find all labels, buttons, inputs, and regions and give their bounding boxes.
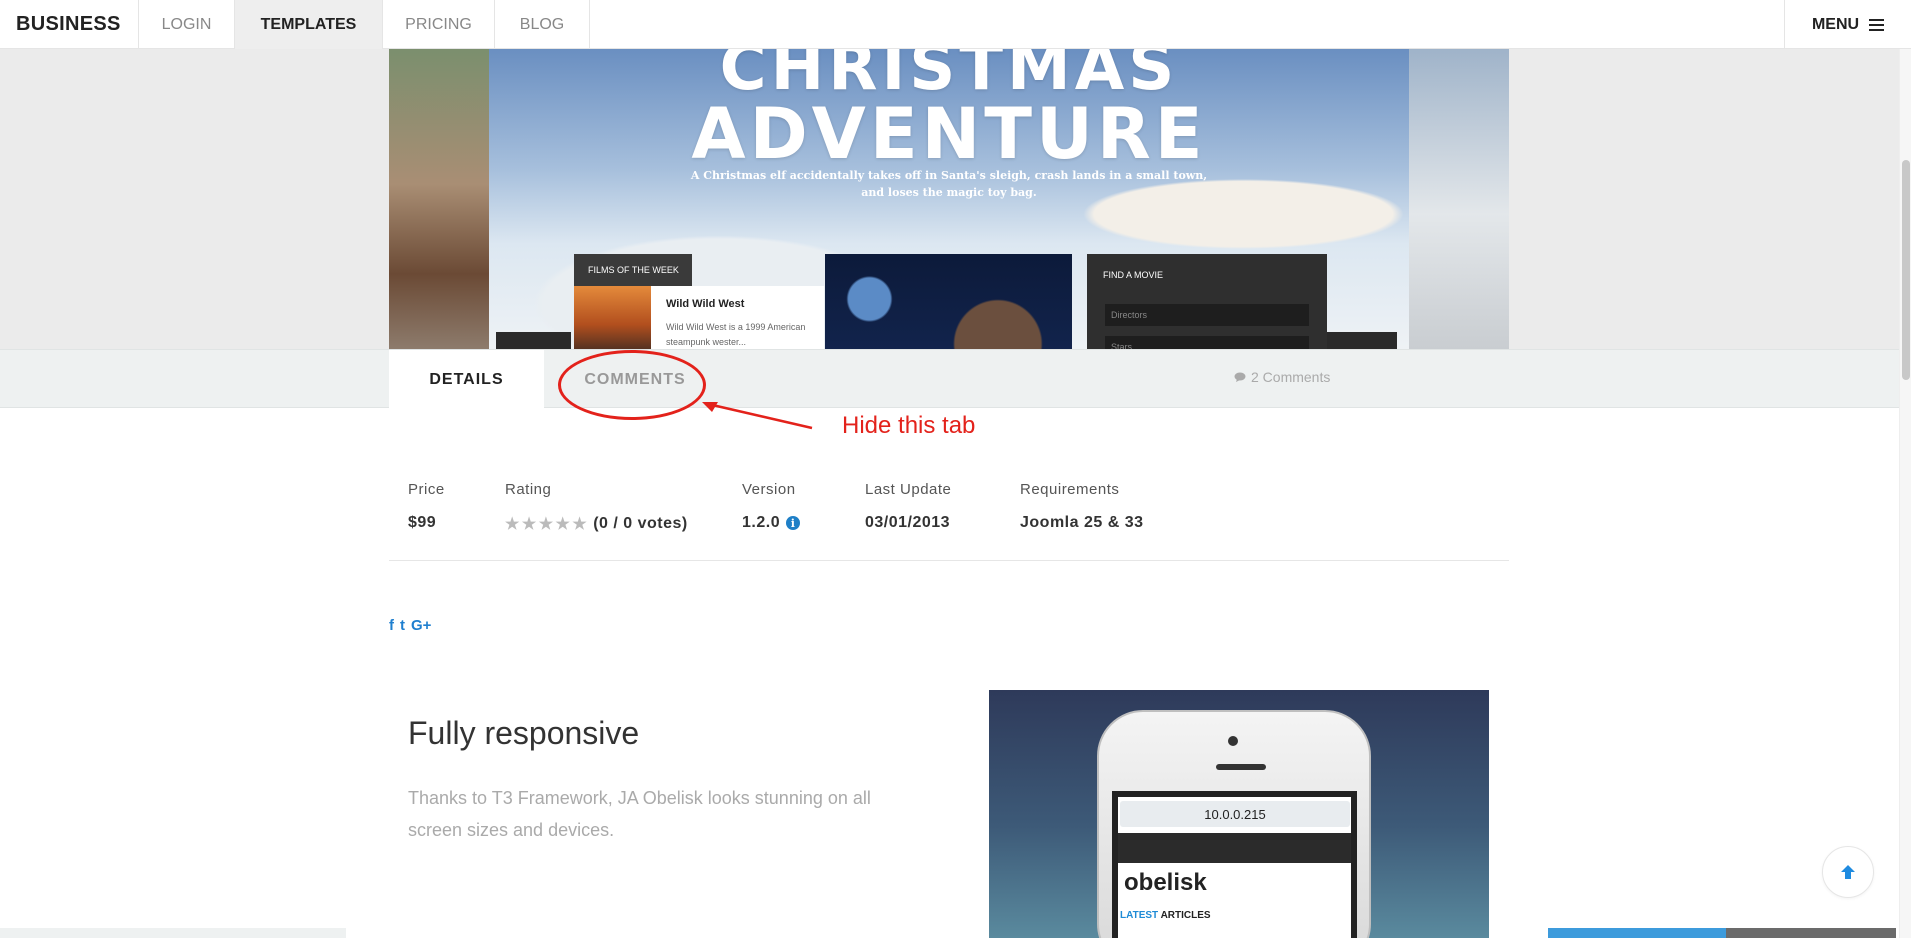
nav-login[interactable]: LOGIN bbox=[139, 0, 235, 49]
feature-title: Fully responsive bbox=[408, 715, 640, 751]
gallery-prev-image[interactable] bbox=[389, 49, 489, 349]
phone-camera bbox=[1228, 736, 1238, 746]
hero-gallery: CHRISTMAS ADVENTURE A Christmas elf acci… bbox=[0, 49, 1911, 349]
top-navbar: BUSINESS LOGIN TEMPLATES PRICING BLOG ME… bbox=[0, 0, 1911, 49]
bottom-button-blue[interactable] bbox=[1548, 928, 1726, 938]
hamburger-icon bbox=[1869, 18, 1885, 31]
price-value: $99 bbox=[408, 514, 437, 531]
annotation-arrow bbox=[702, 402, 813, 430]
movie-poster bbox=[825, 254, 1072, 349]
rating-stars[interactable]: ★ ★ ★ ★ ★ bbox=[505, 514, 587, 534]
facebook-icon[interactable]: f bbox=[389, 617, 394, 634]
spec-divider bbox=[389, 560, 1509, 561]
mockup-strip-right bbox=[1327, 332, 1397, 349]
tab-details[interactable]: DETAILS bbox=[389, 350, 544, 409]
annotation-text: Hide this tab bbox=[842, 412, 976, 439]
comments-count-label: 2 Comments bbox=[1251, 369, 1331, 385]
nav-blog[interactable]: BLOG bbox=[495, 0, 590, 49]
film-title: Wild Wild West bbox=[666, 298, 745, 310]
films-of-week-heading: FILMS OF THE WEEK bbox=[574, 254, 692, 286]
info-icon[interactable]: i bbox=[786, 516, 801, 530]
films-card: Wild Wild West Wild Wild West is a 1999 … bbox=[574, 286, 824, 349]
update-value: 03/01/2013 bbox=[865, 514, 951, 531]
stars-field: Stars bbox=[1105, 336, 1309, 349]
spec-requirements: Requirements Joomla 25 & 33 bbox=[1020, 481, 1144, 532]
twitter-icon[interactable]: t bbox=[400, 617, 405, 634]
hero-title-line2: ADVENTURE bbox=[691, 93, 1207, 175]
menu-label: MENU bbox=[1811, 15, 1860, 33]
bottom-strip-left bbox=[0, 928, 346, 938]
scrollbar-thumb[interactable] bbox=[1902, 160, 1910, 380]
requirements-label: Requirements bbox=[1020, 481, 1120, 498]
gallery-main-image: CHRISTMAS ADVENTURE A Christmas elf acci… bbox=[489, 49, 1409, 349]
spec-price: Price $99 bbox=[408, 481, 445, 532]
menu-button[interactable]: MENU bbox=[1784, 0, 1911, 49]
google-plus-icon[interactable]: G+ bbox=[411, 617, 431, 634]
scroll-to-top-button[interactable] bbox=[1822, 846, 1874, 898]
nav-pricing[interactable]: PRICING bbox=[383, 0, 495, 49]
star-icon[interactable]: ★ bbox=[556, 514, 571, 534]
tabs-bar: DETAILS COMMENTS 2 Comments bbox=[0, 349, 1911, 409]
hero-subtitle: A Christmas elf accidentally takes off i… bbox=[690, 169, 1208, 199]
star-icon[interactable]: ★ bbox=[522, 514, 537, 534]
feature-text: Thanks to T3 Framework, JA Obelisk looks… bbox=[408, 788, 871, 840]
price-label: Price bbox=[408, 481, 445, 498]
spec-rating: Rating ★ ★ ★ ★ ★ (0 / 0 votes) bbox=[505, 481, 688, 534]
arrow-up-icon bbox=[1841, 865, 1855, 879]
mockup-strip-left bbox=[496, 332, 571, 349]
find-movie-heading: FIND A MOVIE bbox=[1103, 270, 1164, 280]
spec-last-update: Last Update 03/01/2013 bbox=[865, 481, 951, 532]
comments-count[interactable]: 2 Comments bbox=[1234, 369, 1330, 385]
social-share: f t G+ bbox=[389, 617, 431, 634]
phone-toolbar bbox=[1118, 833, 1351, 863]
comments-icon bbox=[1234, 372, 1246, 382]
spec-version: Version 1.2.0 i bbox=[742, 481, 801, 532]
film-description: Wild Wild West is a 1999 American steamp… bbox=[666, 322, 806, 347]
phone-screen: 10.0.0.215 obelisk LATEST ARTICLES bbox=[1112, 791, 1357, 938]
nav-templates[interactable]: TEMPLATES bbox=[235, 0, 383, 49]
version-value: 1.2.0 bbox=[742, 514, 781, 531]
directors-field: Directors bbox=[1105, 304, 1309, 326]
annotation-ellipse bbox=[558, 350, 706, 420]
rating-votes: (0 / 0 votes) bbox=[593, 515, 688, 532]
feature-phone-image: 10.0.0.215 obelisk LATEST ARTICLES bbox=[989, 690, 1489, 938]
phone-mockup: 10.0.0.215 obelisk LATEST ARTICLES bbox=[1097, 710, 1371, 938]
phone-speaker bbox=[1216, 764, 1266, 770]
phone-logo: obelisk bbox=[1124, 869, 1207, 896]
requirements-value: Joomla 25 & 33 bbox=[1020, 514, 1144, 531]
rating-label: Rating bbox=[505, 481, 552, 498]
update-label: Last Update bbox=[865, 481, 952, 498]
gallery-next-image[interactable] bbox=[1409, 49, 1509, 349]
star-icon[interactable]: ★ bbox=[572, 514, 587, 534]
version-label: Version bbox=[742, 481, 796, 498]
star-icon[interactable]: ★ bbox=[505, 514, 520, 534]
brand-logo[interactable]: BUSINESS bbox=[0, 0, 139, 49]
phone-url-bar: 10.0.0.215 bbox=[1120, 801, 1350, 827]
film-thumbnail bbox=[574, 286, 651, 349]
page-scrollbar[interactable] bbox=[1899, 0, 1911, 938]
find-movie-panel: FIND A MOVIE Directors Stars bbox=[1087, 254, 1327, 349]
phone-latest-articles: LATEST ARTICLES bbox=[1120, 910, 1211, 921]
star-icon[interactable]: ★ bbox=[539, 514, 554, 534]
bottom-button-grey[interactable] bbox=[1726, 928, 1896, 938]
